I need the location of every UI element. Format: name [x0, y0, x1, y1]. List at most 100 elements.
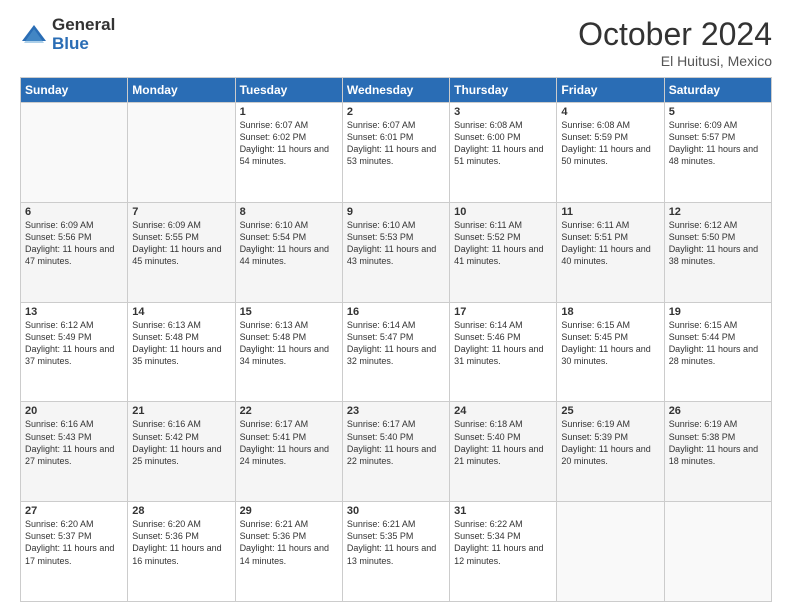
table-row: 20Sunrise: 6:16 AM Sunset: 5:43 PM Dayli… [21, 402, 128, 502]
day-info: Sunrise: 6:15 AM Sunset: 5:44 PM Dayligh… [669, 319, 767, 368]
calendar-page: General Blue October 2024 El Huitusi, Me… [0, 0, 792, 612]
day-info: Sunrise: 6:11 AM Sunset: 5:51 PM Dayligh… [561, 219, 659, 268]
table-row: 19Sunrise: 6:15 AM Sunset: 5:44 PM Dayli… [664, 302, 771, 402]
table-row: 22Sunrise: 6:17 AM Sunset: 5:41 PM Dayli… [235, 402, 342, 502]
day-info: Sunrise: 6:09 AM Sunset: 5:55 PM Dayligh… [132, 219, 230, 268]
logo-text: General Blue [52, 16, 115, 53]
table-row: 5Sunrise: 6:09 AM Sunset: 5:57 PM Daylig… [664, 103, 771, 203]
table-row: 8Sunrise: 6:10 AM Sunset: 5:54 PM Daylig… [235, 202, 342, 302]
calendar-week-row: 20Sunrise: 6:16 AM Sunset: 5:43 PM Dayli… [21, 402, 772, 502]
day-number: 22 [240, 405, 338, 417]
table-row: 26Sunrise: 6:19 AM Sunset: 5:38 PM Dayli… [664, 402, 771, 502]
header-wednesday: Wednesday [342, 78, 449, 103]
day-number: 6 [25, 206, 123, 218]
day-number: 26 [669, 405, 767, 417]
day-info: Sunrise: 6:12 AM Sunset: 5:49 PM Dayligh… [25, 319, 123, 368]
table-row: 9Sunrise: 6:10 AM Sunset: 5:53 PM Daylig… [342, 202, 449, 302]
day-info: Sunrise: 6:16 AM Sunset: 5:43 PM Dayligh… [25, 418, 123, 467]
day-number: 4 [561, 106, 659, 118]
table-row: 30Sunrise: 6:21 AM Sunset: 5:35 PM Dayli… [342, 502, 449, 602]
day-number: 12 [669, 206, 767, 218]
day-info: Sunrise: 6:22 AM Sunset: 5:34 PM Dayligh… [454, 518, 552, 567]
calendar-table: Sunday Monday Tuesday Wednesday Thursday… [20, 77, 772, 602]
day-info: Sunrise: 6:16 AM Sunset: 5:42 PM Dayligh… [132, 418, 230, 467]
table-row: 15Sunrise: 6:13 AM Sunset: 5:48 PM Dayli… [235, 302, 342, 402]
day-number: 28 [132, 505, 230, 517]
calendar-week-row: 13Sunrise: 6:12 AM Sunset: 5:49 PM Dayli… [21, 302, 772, 402]
page-header: General Blue October 2024 El Huitusi, Me… [20, 16, 772, 69]
day-number: 30 [347, 505, 445, 517]
day-number: 21 [132, 405, 230, 417]
table-row [664, 502, 771, 602]
day-number: 14 [132, 306, 230, 318]
table-row: 24Sunrise: 6:18 AM Sunset: 5:40 PM Dayli… [450, 402, 557, 502]
day-number: 5 [669, 106, 767, 118]
day-number: 19 [669, 306, 767, 318]
day-info: Sunrise: 6:20 AM Sunset: 5:36 PM Dayligh… [132, 518, 230, 567]
day-number: 2 [347, 106, 445, 118]
header-sunday: Sunday [21, 78, 128, 103]
day-number: 15 [240, 306, 338, 318]
table-row: 14Sunrise: 6:13 AM Sunset: 5:48 PM Dayli… [128, 302, 235, 402]
calendar-header-row: Sunday Monday Tuesday Wednesday Thursday… [21, 78, 772, 103]
table-row: 2Sunrise: 6:07 AM Sunset: 6:01 PM Daylig… [342, 103, 449, 203]
day-info: Sunrise: 6:21 AM Sunset: 5:35 PM Dayligh… [347, 518, 445, 567]
table-row: 4Sunrise: 6:08 AM Sunset: 5:59 PM Daylig… [557, 103, 664, 203]
table-row: 21Sunrise: 6:16 AM Sunset: 5:42 PM Dayli… [128, 402, 235, 502]
day-number: 11 [561, 206, 659, 218]
day-info: Sunrise: 6:08 AM Sunset: 5:59 PM Dayligh… [561, 119, 659, 168]
header-friday: Friday [557, 78, 664, 103]
day-info: Sunrise: 6:13 AM Sunset: 5:48 PM Dayligh… [240, 319, 338, 368]
day-info: Sunrise: 6:07 AM Sunset: 6:01 PM Dayligh… [347, 119, 445, 168]
month-title: October 2024 [578, 16, 772, 53]
table-row: 17Sunrise: 6:14 AM Sunset: 5:46 PM Dayli… [450, 302, 557, 402]
day-number: 17 [454, 306, 552, 318]
table-row: 6Sunrise: 6:09 AM Sunset: 5:56 PM Daylig… [21, 202, 128, 302]
calendar-week-row: 1Sunrise: 6:07 AM Sunset: 6:02 PM Daylig… [21, 103, 772, 203]
calendar-week-row: 6Sunrise: 6:09 AM Sunset: 5:56 PM Daylig… [21, 202, 772, 302]
header-monday: Monday [128, 78, 235, 103]
day-info: Sunrise: 6:07 AM Sunset: 6:02 PM Dayligh… [240, 119, 338, 168]
day-number: 13 [25, 306, 123, 318]
table-row: 1Sunrise: 6:07 AM Sunset: 6:02 PM Daylig… [235, 103, 342, 203]
table-row: 7Sunrise: 6:09 AM Sunset: 5:55 PM Daylig… [128, 202, 235, 302]
table-row: 29Sunrise: 6:21 AM Sunset: 5:36 PM Dayli… [235, 502, 342, 602]
day-info: Sunrise: 6:08 AM Sunset: 6:00 PM Dayligh… [454, 119, 552, 168]
day-number: 24 [454, 405, 552, 417]
logo: General Blue [20, 16, 115, 53]
day-info: Sunrise: 6:15 AM Sunset: 5:45 PM Dayligh… [561, 319, 659, 368]
table-row: 13Sunrise: 6:12 AM Sunset: 5:49 PM Dayli… [21, 302, 128, 402]
day-info: Sunrise: 6:21 AM Sunset: 5:36 PM Dayligh… [240, 518, 338, 567]
title-block: October 2024 El Huitusi, Mexico [578, 16, 772, 69]
day-info: Sunrise: 6:09 AM Sunset: 5:56 PM Dayligh… [25, 219, 123, 268]
header-tuesday: Tuesday [235, 78, 342, 103]
location: El Huitusi, Mexico [578, 53, 772, 69]
table-row: 27Sunrise: 6:20 AM Sunset: 5:37 PM Dayli… [21, 502, 128, 602]
table-row [128, 103, 235, 203]
table-row: 23Sunrise: 6:17 AM Sunset: 5:40 PM Dayli… [342, 402, 449, 502]
table-row: 31Sunrise: 6:22 AM Sunset: 5:34 PM Dayli… [450, 502, 557, 602]
table-row: 11Sunrise: 6:11 AM Sunset: 5:51 PM Dayli… [557, 202, 664, 302]
day-info: Sunrise: 6:19 AM Sunset: 5:38 PM Dayligh… [669, 418, 767, 467]
day-number: 18 [561, 306, 659, 318]
day-number: 10 [454, 206, 552, 218]
day-info: Sunrise: 6:10 AM Sunset: 5:53 PM Dayligh… [347, 219, 445, 268]
header-thursday: Thursday [450, 78, 557, 103]
day-number: 23 [347, 405, 445, 417]
day-info: Sunrise: 6:19 AM Sunset: 5:39 PM Dayligh… [561, 418, 659, 467]
day-number: 7 [132, 206, 230, 218]
table-row [557, 502, 664, 602]
logo-blue: Blue [52, 35, 115, 54]
day-info: Sunrise: 6:09 AM Sunset: 5:57 PM Dayligh… [669, 119, 767, 168]
table-row: 28Sunrise: 6:20 AM Sunset: 5:36 PM Dayli… [128, 502, 235, 602]
table-row: 16Sunrise: 6:14 AM Sunset: 5:47 PM Dayli… [342, 302, 449, 402]
table-row [21, 103, 128, 203]
day-info: Sunrise: 6:12 AM Sunset: 5:50 PM Dayligh… [669, 219, 767, 268]
day-info: Sunrise: 6:14 AM Sunset: 5:46 PM Dayligh… [454, 319, 552, 368]
day-number: 16 [347, 306, 445, 318]
day-number: 3 [454, 106, 552, 118]
day-number: 27 [25, 505, 123, 517]
day-info: Sunrise: 6:17 AM Sunset: 5:40 PM Dayligh… [347, 418, 445, 467]
day-info: Sunrise: 6:20 AM Sunset: 5:37 PM Dayligh… [25, 518, 123, 567]
header-saturday: Saturday [664, 78, 771, 103]
